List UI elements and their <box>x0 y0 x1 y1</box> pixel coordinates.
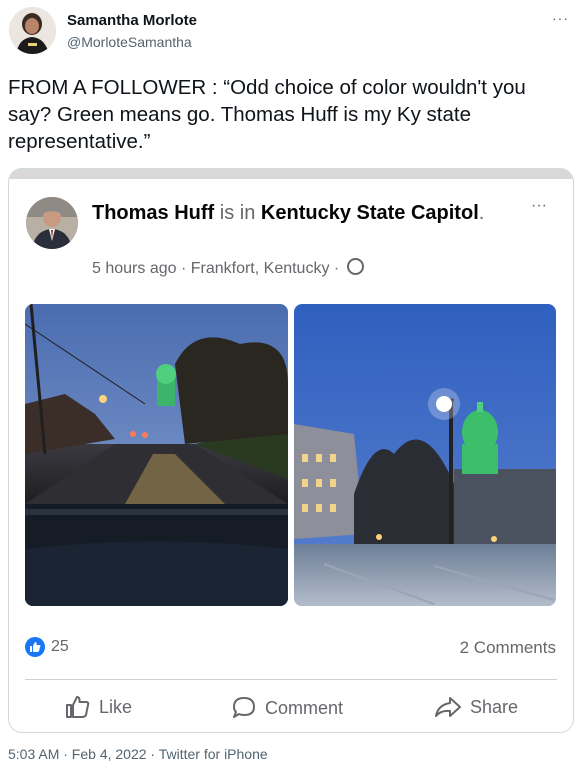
photo-street-dusk <box>25 304 288 606</box>
likes-summary[interactable]: 25 <box>25 637 69 657</box>
fb-author-name[interactable]: Thomas Huff <box>92 202 214 224</box>
comment-label: Comment <box>265 697 344 718</box>
author-handle[interactable]: @MorloteSamantha <box>67 34 192 50</box>
comments-count[interactable]: 2 Comments <box>460 638 556 658</box>
share-label: Share <box>470 696 519 717</box>
fb-place[interactable]: Kentucky State Capitol <box>261 202 479 224</box>
fb-post-meta: 5 hours ago · Frankfort, Kentucky · <box>92 258 364 278</box>
fb-post-time: 5 hours ago <box>92 260 177 277</box>
like-label: Like <box>99 696 133 717</box>
more-options-icon[interactable]: ··· <box>552 10 569 26</box>
globe-icon <box>346 258 364 275</box>
like-button[interactable]: Like <box>65 695 132 719</box>
fb-post-location: Frankfort, Kentucky <box>190 260 330 277</box>
fb-meta-sep: · <box>176 260 191 277</box>
fb-is-in: is in <box>219 202 256 224</box>
share-button[interactable]: Share <box>434 695 518 719</box>
actions-divider <box>25 679 557 680</box>
fb-author-avatar <box>26 197 78 249</box>
comment-button[interactable]: Comment <box>231 695 343 721</box>
comment-icon <box>233 697 255 718</box>
tweet-timestamp[interactable]: 5:03 AM · Feb 4, 2022 · Twitter for iPho… <box>8 746 268 762</box>
likes-count: 25 <box>51 638 69 655</box>
fb-meta-sep-2: · <box>329 260 344 277</box>
thumbs-up-icon <box>66 696 90 718</box>
share-icon <box>435 697 461 717</box>
fb-post-title: Thomas Huff is in Kentucky State Capitol… <box>92 200 492 226</box>
fb-period: . <box>478 202 485 224</box>
like-badge-icon <box>25 637 45 657</box>
tweet-text: FROM A FOLLOWER : “Odd choice of color w… <box>8 76 526 153</box>
embedded-post-card[interactable]: Thomas Huff is in Kentucky State Capitol… <box>8 168 574 733</box>
author-name[interactable]: Samantha Morlote <box>67 12 197 29</box>
fb-more-icon: ··· <box>531 197 547 214</box>
card-top-bar <box>9 169 573 179</box>
author-avatar[interactable] <box>9 7 56 54</box>
photo-capitol-green <box>294 304 556 606</box>
